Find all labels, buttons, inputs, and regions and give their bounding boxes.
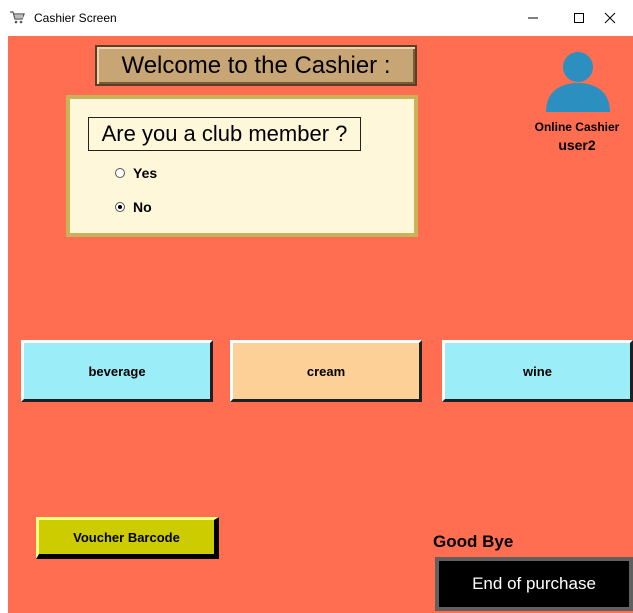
minimize-icon bbox=[528, 17, 538, 19]
club-member-question: Are you a club member ? bbox=[88, 117, 361, 151]
wine-button[interactable]: wine bbox=[442, 340, 633, 402]
cashier-screen: Welcome to the Cashier : Are you a club … bbox=[8, 36, 633, 613]
shopping-cart-icon bbox=[10, 11, 25, 24]
beverage-button[interactable]: beverage bbox=[21, 340, 213, 402]
goodbye-text: Good Bye bbox=[433, 532, 514, 551]
title-bar: Cashier Screen bbox=[0, 0, 633, 36]
window-title: Cashier Screen bbox=[34, 11, 117, 25]
minimize-button[interactable] bbox=[510, 0, 556, 36]
voucher-barcode-button[interactable]: Voucher Barcode bbox=[36, 517, 219, 559]
member-yes-radio[interactable] bbox=[115, 168, 125, 178]
close-icon bbox=[604, 12, 616, 24]
welcome-banner: Welcome to the Cashier : bbox=[95, 45, 417, 86]
end-of-purchase-button[interactable]: End of purchase bbox=[435, 557, 633, 611]
maximize-icon bbox=[574, 13, 584, 23]
member-no-option[interactable]: No bbox=[115, 199, 152, 215]
close-button[interactable] bbox=[587, 0, 633, 36]
club-member-panel: Are you a club member ? Yes No bbox=[66, 95, 418, 237]
member-no-radio[interactable] bbox=[115, 202, 125, 212]
cream-button[interactable]: cream bbox=[230, 340, 422, 402]
cashier-username: user2 bbox=[558, 137, 596, 153]
user-avatar-icon bbox=[546, 52, 610, 112]
member-yes-label: Yes bbox=[133, 165, 158, 181]
online-cashier-label: Online Cashier bbox=[534, 120, 620, 134]
member-no-label: No bbox=[133, 199, 152, 215]
member-yes-option[interactable]: Yes bbox=[115, 165, 157, 181]
